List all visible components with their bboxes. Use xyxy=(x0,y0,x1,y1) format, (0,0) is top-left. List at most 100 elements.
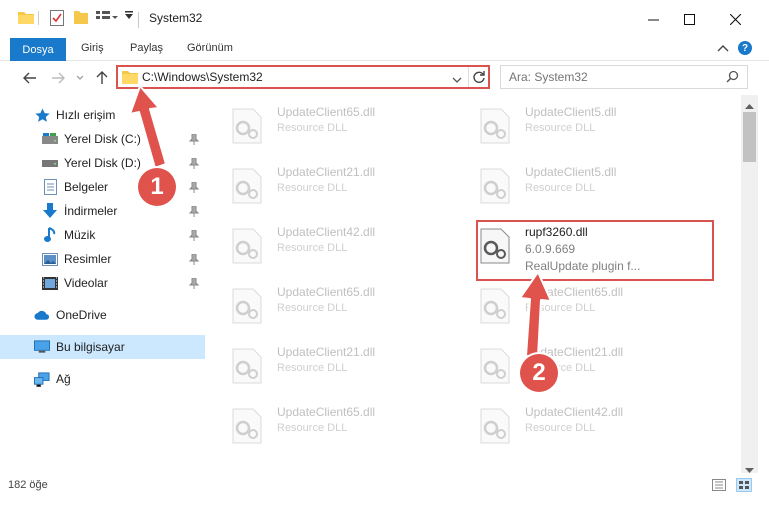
separator xyxy=(38,11,39,25)
sidebar-item-label: Resimler xyxy=(64,252,112,266)
file-item[interactable]: UpdateClient65.dll Resource DLL xyxy=(205,98,445,146)
file-item[interactable]: UpdateClient5.dll Resource DLL xyxy=(453,158,693,206)
documents-icon xyxy=(42,179,58,195)
sidebar-item-label: Bu bilgisayar xyxy=(56,340,125,354)
forward-button[interactable] xyxy=(48,68,68,88)
search-icon[interactable] xyxy=(726,70,739,86)
pin-icon[interactable] xyxy=(188,277,200,290)
address-path[interactable]: C:\Windows\System32 xyxy=(142,70,263,84)
file-item[interactable]: UpdateClient21.dll Resource DLL xyxy=(205,158,445,206)
back-button[interactable] xyxy=(20,68,40,88)
search-input[interactable] xyxy=(509,69,709,85)
pictures-icon xyxy=(42,251,58,267)
scrollbar-thumb[interactable] xyxy=(743,112,756,162)
file-type: Resource DLL xyxy=(277,242,348,254)
pin-icon[interactable] xyxy=(188,229,200,242)
file-item[interactable]: UpdateClient5.dll Resource DLL xyxy=(453,98,693,146)
back-arrow-icon xyxy=(23,72,36,84)
download-icon xyxy=(42,203,58,219)
pin-icon[interactable] xyxy=(188,205,200,218)
file-item[interactable]: UpdateClient65.dll Resource DLL xyxy=(205,398,445,446)
file-name: UpdateClient21.dll xyxy=(277,165,376,179)
dll-file-icon xyxy=(480,408,510,444)
dll-file-icon xyxy=(480,108,510,144)
videos-icon xyxy=(42,275,58,291)
annotation-step-2: 2 xyxy=(520,354,558,392)
file-name: UpdateClient65.dll xyxy=(277,285,376,299)
sidebar-item-onedrive[interactable]: OneDrive xyxy=(0,303,205,327)
window-title: System32 xyxy=(149,11,203,25)
dll-file-icon xyxy=(232,228,262,264)
computer-icon xyxy=(34,339,50,355)
annotation-arrow-2 xyxy=(519,271,552,358)
title-bar: System32 xyxy=(0,0,769,38)
maximize-button[interactable] xyxy=(666,0,712,38)
recent-locations-button[interactable] xyxy=(70,68,90,88)
customize-toolbar-icon[interactable] xyxy=(124,10,134,20)
up-button[interactable] xyxy=(92,68,112,88)
sidebar-item-music[interactable]: Müzik xyxy=(0,223,205,247)
refresh-icon[interactable] xyxy=(472,70,486,87)
file-type: Resource DLL xyxy=(525,422,596,434)
annotation-arrow-1 xyxy=(129,85,167,169)
folder-icon[interactable] xyxy=(18,10,34,24)
forward-arrow-icon xyxy=(52,72,65,84)
file-name: UpdateClient5.dll xyxy=(525,105,617,119)
dll-file-icon xyxy=(480,348,510,384)
file-item[interactable]: UpdateClient42.dll Resource DLL xyxy=(453,398,693,446)
tab-view[interactable]: Görünüm xyxy=(187,42,233,54)
ribbon-tabs: Dosya Giriş Paylaş Görünüm ? xyxy=(0,38,769,61)
sidebar-item-label: Belgeler xyxy=(64,180,109,194)
chevron-down-icon[interactable] xyxy=(452,73,462,87)
search-box[interactable] xyxy=(500,65,748,89)
pin-icon[interactable] xyxy=(188,181,200,194)
file-item[interactable]: UpdateClient65.dll Resource DLL xyxy=(453,278,693,326)
dll-file-icon xyxy=(232,408,262,444)
file-type: Resource DLL xyxy=(525,182,596,194)
file-item[interactable]: UpdateClient21.dll Resource DLL xyxy=(453,338,693,386)
file-type: Resource DLL xyxy=(277,182,348,194)
item-count: 182 öğe xyxy=(8,479,48,491)
file-list: UpdateClient65.dll Resource DLL UpdateCl… xyxy=(205,98,741,464)
maximize-icon xyxy=(683,13,695,25)
file-name: UpdateClient42.dll xyxy=(277,225,376,239)
file-type: Resource DLL xyxy=(277,422,348,434)
tab-home[interactable]: Giriş xyxy=(81,42,104,54)
annotation-step-1: 1 xyxy=(138,168,176,206)
sidebar-item-this-pc[interactable]: Bu bilgisayar xyxy=(0,335,205,359)
view-options-icon[interactable] xyxy=(96,10,118,24)
sidebar-item-network[interactable]: Ağ xyxy=(0,367,205,391)
scroll-up-icon[interactable] xyxy=(745,98,754,112)
pin-icon[interactable] xyxy=(188,253,200,266)
sidebar-item-label: Hızlı erişim xyxy=(56,108,116,122)
large-icons-view-icon[interactable] xyxy=(736,478,752,492)
file-item[interactable]: UpdateClient42.dll Resource DLL xyxy=(205,218,445,266)
expand-ribbon-icon[interactable] xyxy=(717,43,729,57)
close-button[interactable] xyxy=(712,0,758,38)
tab-file[interactable]: Dosya xyxy=(10,38,66,61)
sidebar-item-pictures[interactable]: Resimler xyxy=(0,247,205,271)
new-folder-icon[interactable] xyxy=(74,10,88,24)
dll-file-icon xyxy=(232,168,262,204)
sidebar-item-label: Videolar xyxy=(64,276,108,290)
file-item[interactable]: UpdateClient21.dll Resource DLL xyxy=(205,338,445,386)
tab-share[interactable]: Paylaş xyxy=(130,42,163,54)
pin-icon[interactable] xyxy=(188,133,200,146)
file-type: Resource DLL xyxy=(277,122,348,134)
file-name: UpdateClient65.dll xyxy=(277,405,376,419)
sidebar-item-label: Müzik xyxy=(64,228,96,242)
sidebar-item-downloads[interactable]: İndirmeler xyxy=(0,199,205,223)
pin-icon[interactable] xyxy=(188,157,200,170)
title-separator xyxy=(138,12,139,28)
sidebar-item-label: İndirmeler xyxy=(64,204,118,218)
file-type: Resource DLL xyxy=(277,362,348,374)
close-icon xyxy=(729,13,741,25)
cloud-icon xyxy=(34,307,50,323)
details-view-icon[interactable] xyxy=(712,479,726,494)
help-icon[interactable]: ? xyxy=(738,41,752,55)
properties-icon[interactable] xyxy=(50,10,64,26)
dll-file-icon xyxy=(480,168,510,204)
sidebar-item-videos[interactable]: Videolar xyxy=(0,271,205,295)
minimize-icon xyxy=(647,19,659,20)
file-item[interactable]: UpdateClient65.dll Resource DLL xyxy=(205,278,445,326)
